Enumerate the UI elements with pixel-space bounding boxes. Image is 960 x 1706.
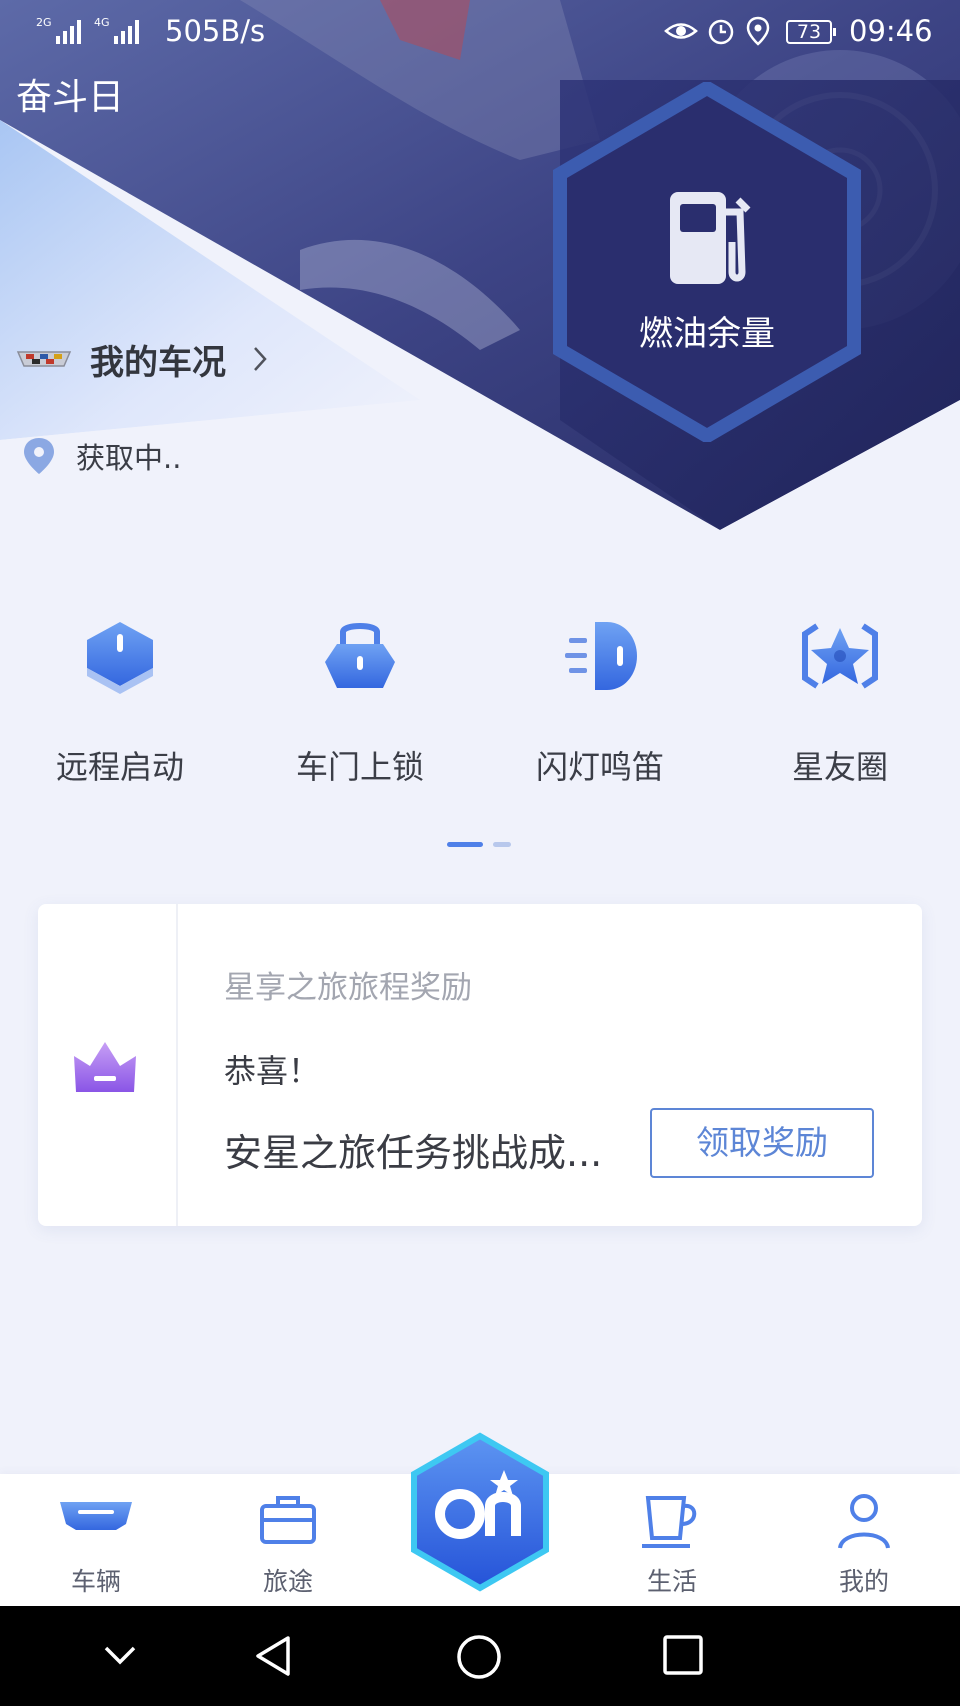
briefcase-icon [260, 1496, 316, 1544]
claim-reward-button[interactable]: 领取奖励 [650, 1108, 874, 1178]
remote-start-icon [87, 622, 153, 694]
my-car-status-link[interactable]: 我的车况 [16, 334, 268, 384]
eye-icon [664, 23, 698, 39]
actions-pager [447, 842, 511, 848]
reward-greeting: 恭喜！ [224, 1052, 321, 1090]
cup-icon [642, 1496, 697, 1548]
action-label: 远程启动 [55, 748, 184, 786]
alarm-icon [708, 19, 734, 45]
action-label: 车门上锁 [295, 748, 424, 786]
system-navigation-bar [0, 1606, 960, 1706]
battery-indicator: 73 [786, 20, 836, 44]
tab-label: 我的 [838, 1567, 889, 1596]
tab-trip[interactable]: 旅途 [192, 1474, 384, 1606]
location-text: 获取中.. [76, 441, 182, 475]
star-circle-icon [802, 623, 878, 689]
action-label: 闪灯鸣笛 [535, 748, 664, 786]
svg-text:2G: 2G [36, 16, 52, 29]
location-row: 获取中.. [22, 434, 181, 478]
pager-dot-active [447, 842, 483, 847]
reward-message: 安星之旅任务挑战成... [224, 1131, 603, 1175]
home-icon[interactable] [456, 1634, 502, 1680]
signal-2g-icon: 2G [36, 16, 81, 44]
tab-vehicle[interactable]: 车辆 [0, 1474, 192, 1606]
clock: 09:46 [849, 14, 933, 48]
back-icon[interactable] [252, 1634, 296, 1678]
svg-text:4G: 4G [94, 16, 110, 29]
tab-life[interactable]: 生活 [576, 1474, 768, 1606]
tab-mine[interactable]: 我的 [768, 1474, 960, 1606]
day-label: 奋斗日 [16, 77, 125, 118]
crown-icon [74, 1042, 136, 1092]
flash-horn-icon [565, 622, 637, 690]
action-label: 星友圈 [791, 748, 888, 786]
signal-4g-icon: 4G [94, 16, 139, 44]
collapse-chevron-icon[interactable] [100, 1634, 140, 1678]
door-lock-button[interactable]: 车门上锁 [240, 612, 480, 788]
reward-card[interactable]: 星享之旅旅程奖励 恭喜！ 安星之旅任务挑战成... 领取奖励 [38, 904, 922, 1226]
remote-start-button[interactable]: 远程启动 [0, 612, 240, 788]
quick-actions: 远程启动 车门上锁 闪灯鸣笛 星友圈 [0, 612, 960, 792]
door-lock-icon [325, 623, 395, 688]
card-divider [176, 904, 178, 1226]
status-bar: 2G 4G 505B/s 73 09:46 [0, 0, 960, 64]
notification-dot [0, 0, 16, 16]
fuel-level-label: 燃油余量 [639, 314, 775, 354]
fuel-level-button[interactable] [552, 82, 862, 442]
tab-label: 车辆 [70, 1567, 121, 1596]
network-speed: 505B/s [165, 14, 266, 48]
recents-icon[interactable] [662, 1634, 704, 1676]
chevron-right-icon [254, 347, 267, 371]
tab-label: 生活 [646, 1567, 697, 1596]
flash-horn-button[interactable]: 闪灯鸣笛 [480, 612, 720, 788]
location-pin-icon [24, 438, 54, 474]
cadillac-logo [16, 351, 72, 367]
star-circle-button[interactable]: 星友圈 [720, 612, 960, 788]
person-icon [838, 1494, 890, 1549]
tab-label: 旅途 [262, 1567, 313, 1596]
reward-title: 星享之旅旅程奖励 [224, 970, 472, 1006]
app-root: 2G 4G 505B/s 73 09:46 奋斗日 燃油余量 我的车况 获取中.… [0, 0, 960, 1706]
location-status-icon [746, 16, 770, 46]
my-car-status-label: 我的车况 [90, 342, 226, 383]
pager-dot [493, 842, 511, 847]
onstar-button[interactable] [408, 1432, 552, 1592]
car-icon [60, 1502, 132, 1530]
